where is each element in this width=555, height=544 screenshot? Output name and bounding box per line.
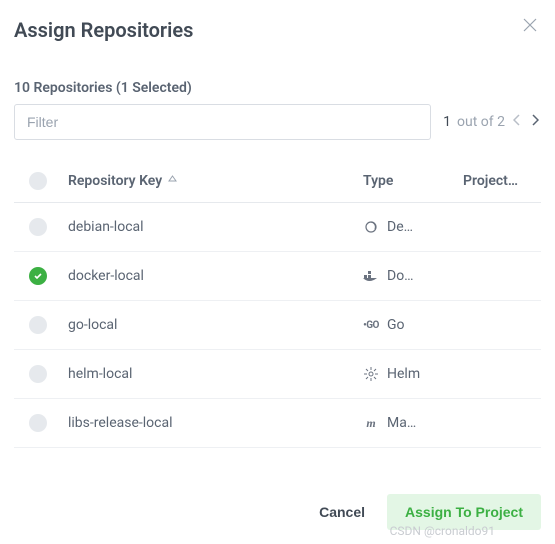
type-label: Ma… [387,415,416,431]
repository-key: docker-local [68,268,144,284]
docker-icon [363,270,379,282]
table-header: Repository Key Type Project… [14,162,541,203]
type-label: De… [387,219,413,235]
column-label: Project… [463,173,518,189]
checkbox-icon [29,316,47,334]
pager-next-icon[interactable] [529,114,541,130]
pager-total-label: out of 2 [457,114,505,130]
filter-input[interactable] [14,104,431,140]
type-cell: •GO Go [363,317,463,333]
filter-row: 1 out of 2 [14,104,541,140]
column-label: Type [363,173,393,189]
dialog-footer: Cancel Assign To Project [14,477,541,544]
column-type[interactable]: Type [363,173,463,189]
table-row[interactable]: debian-local De… [14,203,541,252]
table-row[interactable]: docker-local Do… [14,252,541,301]
repository-key-cell: libs-release-local [62,415,363,431]
table-body: debian-local De… docker-local Do… go-local •G… [14,203,541,448]
column-project[interactable]: Project… [463,173,541,189]
sort-asc-icon [168,175,177,187]
repo-count-label: 10 Repositories (1 Selected) [14,80,541,96]
type-cell: Helm [363,366,463,382]
checkbox-icon [29,365,47,383]
pager-current: 1 [443,114,451,130]
repository-key-cell: debian-local [62,219,363,235]
helm-icon [363,367,379,381]
repository-key: libs-release-local [68,415,173,431]
close-icon[interactable] [519,18,541,36]
pager: 1 out of 2 [443,114,541,130]
column-repository-key[interactable]: Repository Key [62,173,363,189]
type-cell: m Ma… [363,415,463,431]
table-row[interactable]: helm-local Helm [14,350,541,399]
table-row[interactable]: libs-release-local m Ma… [14,399,541,448]
dialog-title: Assign Repositories [14,18,193,42]
repository-key: go-local [68,317,117,333]
dialog-header: Assign Repositories [14,18,541,42]
checkbox-icon [29,172,47,190]
assign-repositories-dialog: Assign Repositories 10 Repositories (1 S… [0,0,555,544]
repository-key: helm-local [68,366,132,382]
row-checkbox[interactable] [14,218,62,236]
row-checkbox[interactable] [14,267,62,285]
type-label: Helm [387,366,420,382]
checkbox-icon [29,414,47,432]
maven-icon: m [363,416,379,431]
checkbox-icon [29,218,47,236]
row-checkbox[interactable] [14,316,62,334]
row-checkbox[interactable] [14,365,62,383]
column-select-all[interactable] [14,172,62,190]
type-cell: De… [363,219,463,235]
type-label: Go [387,317,405,333]
go-icon: •GO [363,320,379,331]
pager-prev-icon[interactable] [511,114,523,130]
repository-key-cell: helm-local [62,366,363,382]
repositories-table: Repository Key Type Project… debian-loca… [14,162,541,448]
row-checkbox[interactable] [14,414,62,432]
type-label: Do… [387,268,414,284]
repository-key-cell: go-local [62,317,363,333]
type-cell: Do… [363,268,463,284]
repository-key-cell: docker-local [62,268,363,284]
assign-to-project-button[interactable]: Assign To Project [387,494,541,530]
column-label: Repository Key [68,173,162,189]
debian-icon [363,220,379,234]
checkbox-checked-icon [29,267,47,285]
repository-key: debian-local [68,219,144,235]
cancel-button[interactable]: Cancel [319,504,365,520]
table-row[interactable]: go-local •GO Go [14,301,541,350]
